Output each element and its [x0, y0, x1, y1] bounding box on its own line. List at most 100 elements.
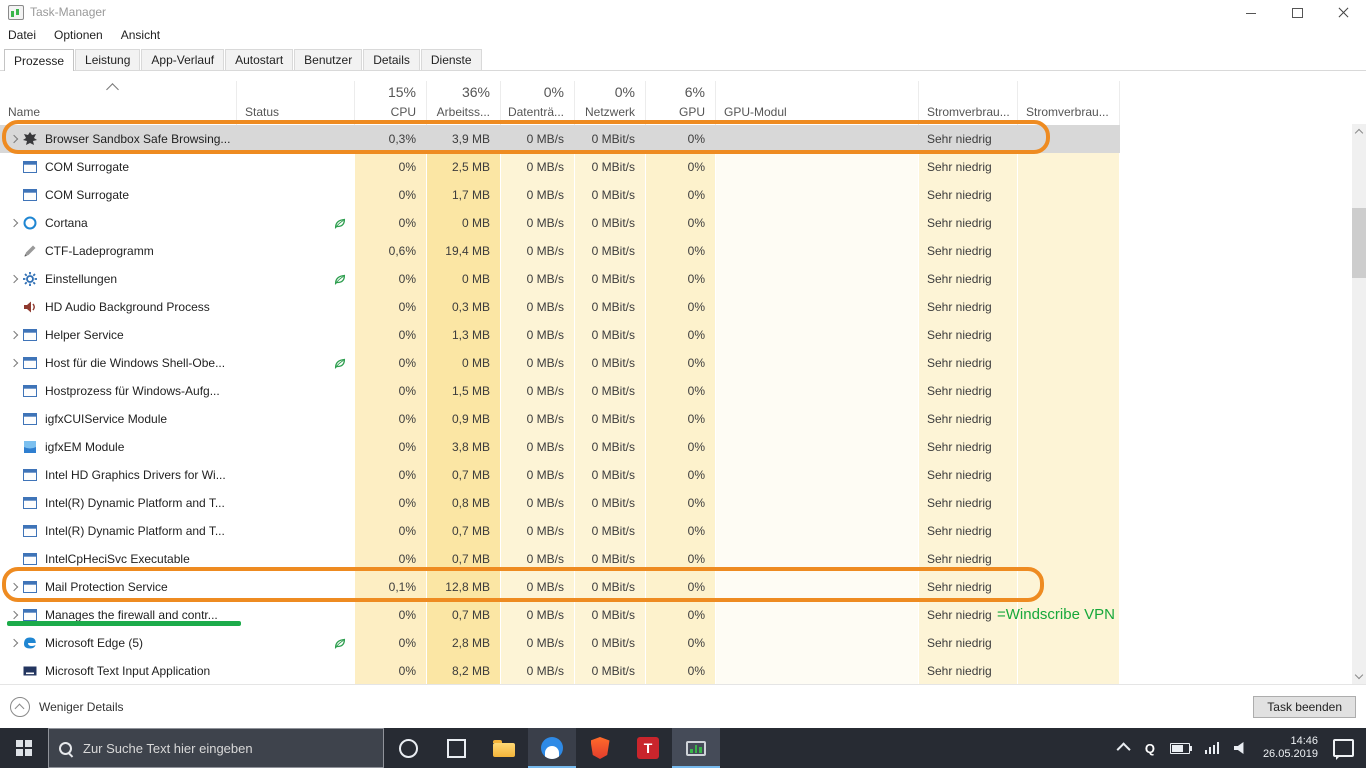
scrollbar-thumb[interactable] [1352, 208, 1366, 278]
process-row[interactable]: COM Surrogate0%2,5 MB0 MB/s0 MBit/s0%Seh… [0, 153, 1120, 181]
expand-chevron-icon[interactable] [6, 601, 22, 629]
expand-chevron-icon [6, 405, 22, 433]
expand-chevron-icon[interactable] [6, 265, 22, 293]
process-row[interactable]: Manages the firewall and contr...0%0,7 M… [0, 601, 1120, 629]
memory-cell: 0,7 MB [427, 461, 501, 489]
expand-chevron-icon[interactable] [6, 321, 22, 349]
expand-chevron-icon[interactable] [6, 209, 22, 237]
maximize-button[interactable] [1274, 0, 1320, 24]
power-usage-cell: Sehr niedrig [919, 433, 1018, 461]
windscribe-icon [541, 737, 563, 759]
brave-browser-button[interactable] [576, 728, 624, 768]
process-row[interactable]: Microsoft Text Input Application0%8,2 MB… [0, 657, 1120, 685]
disk-cell: 0 MB/s [501, 629, 575, 657]
process-row[interactable]: Intel(R) Dynamic Platform and T...0%0,8 … [0, 489, 1120, 517]
show-hidden-icons-chevron[interactable] [1116, 742, 1130, 756]
window-process-icon [22, 411, 38, 427]
process-row[interactable]: Host für die Windows Shell-Obe...0%0 MB0… [0, 349, 1120, 377]
vertical-scrollbar[interactable] [1352, 124, 1366, 684]
system-tray: Q 14:46 26.05.2019 [1120, 728, 1366, 768]
tab-app-verlauf[interactable]: App-Verlauf [141, 49, 224, 70]
process-name: igfxEM Module [45, 440, 124, 454]
memory-cell: 0,7 MB [427, 517, 501, 545]
expand-chevron-icon[interactable] [6, 125, 22, 153]
process-row[interactable]: Hostprozess für Windows-Aufg...0%1,5 MB0… [0, 377, 1120, 405]
power-usage-cell: Sehr niedrig [919, 293, 1018, 321]
tab-details[interactable]: Details [363, 49, 420, 70]
column-header-status[interactable]: Status [237, 81, 355, 125]
process-name: Helper Service [45, 328, 124, 342]
process-row[interactable]: Helper Service0%1,3 MB0 MB/s0 MBit/s0%Se… [0, 321, 1120, 349]
scrollbar-up-arrow[interactable] [1352, 124, 1366, 140]
network-icon[interactable] [1205, 742, 1219, 754]
process-row[interactable]: Mail Protection Service0,1%12,8 MB0 MB/s… [0, 573, 1120, 601]
start-button[interactable] [0, 728, 48, 768]
menu-item-optionen[interactable]: Optionen [54, 28, 103, 42]
column-header-memory[interactable]: 36% Arbeitss... [427, 81, 501, 125]
search-input[interactable] [81, 740, 373, 757]
cortana-button[interactable] [384, 728, 432, 768]
name-cell: Host für die Windows Shell-Obe... [0, 349, 237, 377]
tab-dienste[interactable]: Dienste [421, 49, 482, 70]
tab-leistung[interactable]: Leistung [75, 49, 140, 70]
battery-icon[interactable] [1170, 743, 1190, 754]
column-header-power-trend[interactable]: Stromverbrau... [1018, 81, 1120, 125]
column-header-cpu[interactable]: 15% CPU [355, 81, 427, 125]
column-header-gpu-engine[interactable]: GPU-Modul [716, 81, 919, 125]
status-cell [237, 349, 355, 377]
scrollbar-down-arrow[interactable] [1352, 668, 1366, 684]
volume-icon[interactable] [1234, 742, 1248, 754]
fewer-details-toggle[interactable]: Weniger Details [10, 697, 123, 717]
gpu-cell: 0% [646, 657, 716, 685]
column-header-power[interactable]: Stromverbrau... [919, 81, 1018, 125]
expand-chevron-icon[interactable] [6, 573, 22, 601]
process-row[interactable]: IntelCpHeciSvc Executable0%0,7 MB0 MB/s0… [0, 545, 1120, 573]
process-row[interactable]: Browser Sandbox Safe Browsing...0,3%3,9 … [0, 125, 1120, 153]
process-row[interactable]: Cortana0%0 MB0 MB/s0 MBit/s0%Sehr niedri… [0, 209, 1120, 237]
column-header-network[interactable]: 0% Netzwerk [575, 81, 646, 125]
minimize-button[interactable] [1228, 0, 1274, 24]
network-cell: 0 MBit/s [575, 629, 646, 657]
column-header-gpu[interactable]: 6% GPU [646, 81, 716, 125]
cpu-cell: 0,3% [355, 125, 427, 153]
memory-cell: 0,8 MB [427, 489, 501, 517]
column-header-disk[interactable]: 0% Datenträ... [501, 81, 575, 125]
action-center-icon[interactable] [1333, 739, 1354, 757]
menu-item-ansicht[interactable]: Ansicht [121, 28, 160, 42]
process-row[interactable]: Intel(R) Dynamic Platform and T...0%0,7 … [0, 517, 1120, 545]
windscribe-app-button[interactable] [528, 728, 576, 768]
process-row[interactable]: Intel HD Graphics Drivers for Wi...0%0,7… [0, 461, 1120, 489]
power-usage-cell: Sehr niedrig [919, 657, 1018, 685]
process-row[interactable]: Microsoft Edge (5)0%2,8 MB0 MB/s0 MBit/s… [0, 629, 1120, 657]
window-process-icon [22, 607, 38, 623]
process-row[interactable]: Einstellungen0%0 MB0 MB/s0 MBit/s0%Sehr … [0, 265, 1120, 293]
network-cell: 0 MBit/s [575, 209, 646, 237]
name-cell: Microsoft Edge (5) [0, 629, 237, 657]
red-t-app-button[interactable]: T [624, 728, 672, 768]
process-row[interactable]: COM Surrogate0%1,7 MB0 MB/s0 MBit/s0%Seh… [0, 181, 1120, 209]
name-cell: Helper Service [0, 321, 237, 349]
task-view-button[interactable] [432, 728, 480, 768]
taskbar-clock[interactable]: 14:46 26.05.2019 [1263, 735, 1318, 761]
process-row[interactable]: igfxEM Module0%3,8 MB0 MB/s0 MBit/s0%Seh… [0, 433, 1120, 461]
window-process-icon [22, 551, 38, 567]
column-header-name[interactable]: Name [0, 81, 237, 125]
process-row[interactable]: CTF-Ladeprogramm0,6%19,4 MB0 MB/s0 MBit/… [0, 237, 1120, 265]
tab-autostart[interactable]: Autostart [225, 49, 293, 70]
taskbar-search-box[interactable] [48, 728, 384, 768]
gpu-engine-cell [716, 237, 919, 265]
q-tray-icon[interactable]: Q [1145, 741, 1155, 756]
expand-chevron-icon [6, 433, 22, 461]
tab-prozesse[interactable]: Prozesse [4, 49, 74, 71]
close-button[interactable] [1320, 0, 1366, 24]
file-explorer-button[interactable] [480, 728, 528, 768]
power-trend-cell [1018, 265, 1120, 293]
end-task-button[interactable]: Task beenden [1253, 696, 1356, 718]
expand-chevron-icon[interactable] [6, 629, 22, 657]
tab-benutzer[interactable]: Benutzer [294, 49, 362, 70]
task-manager-taskbar-button[interactable] [672, 728, 720, 768]
menu-item-datei[interactable]: Datei [8, 28, 36, 42]
expand-chevron-icon[interactable] [6, 349, 22, 377]
process-row[interactable]: HD Audio Background Process0%0,3 MB0 MB/… [0, 293, 1120, 321]
process-row[interactable]: igfxCUIService Module0%0,9 MB0 MB/s0 MBi… [0, 405, 1120, 433]
